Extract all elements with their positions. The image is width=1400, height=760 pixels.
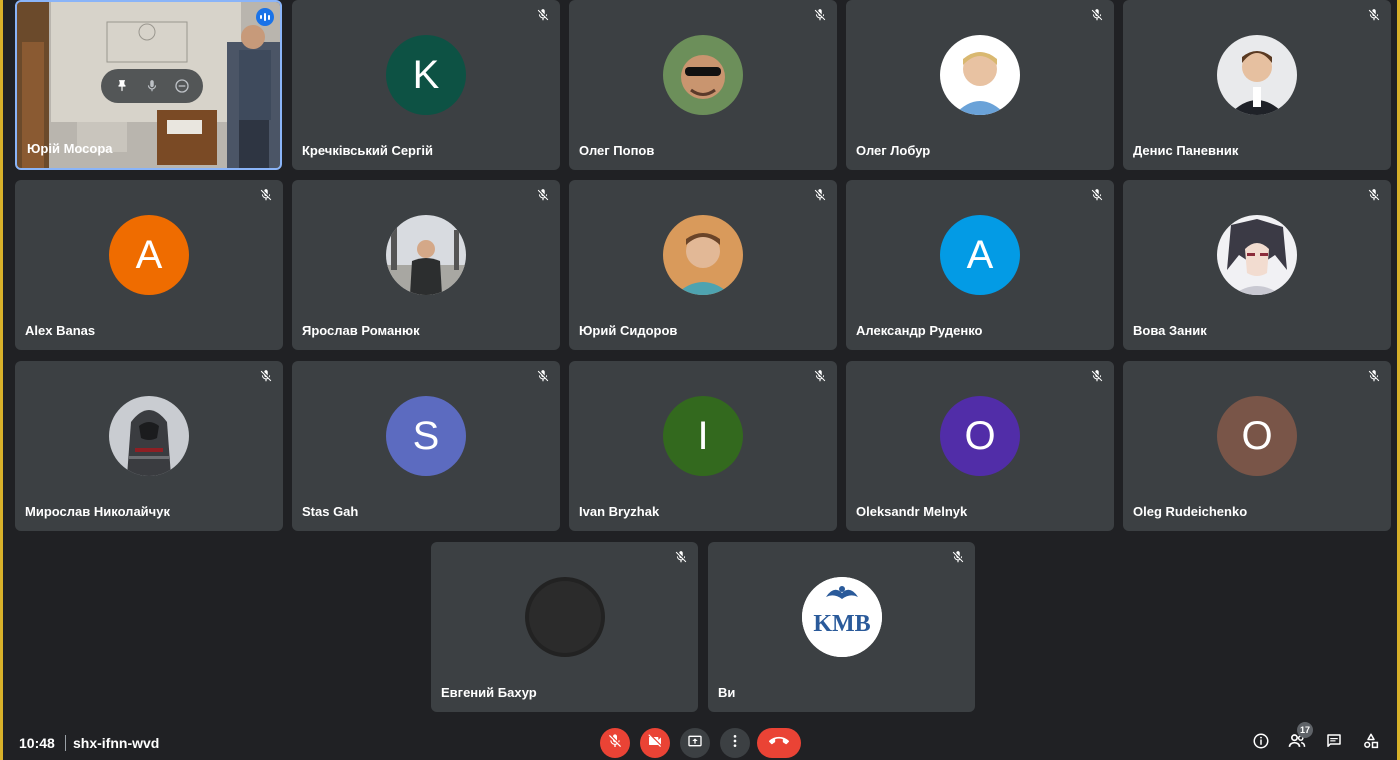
camera-off-icon: [647, 733, 663, 754]
toggle-camera-button[interactable]: [640, 728, 670, 758]
participant-photo: [940, 35, 1020, 115]
participant-name: Олег Попов: [579, 143, 655, 158]
info-icon: [1252, 732, 1270, 755]
chat-button[interactable]: [1323, 732, 1345, 754]
participant-tile-video[interactable]: Юрій Мосора: [15, 0, 282, 170]
participant-name: Мирослав Николайчук: [25, 504, 170, 519]
remove-icon[interactable]: [171, 75, 193, 97]
mic-off-icon: [607, 733, 623, 754]
kmb-logo: KMB: [801, 577, 882, 657]
participant-name: Ярослав Романюк: [302, 323, 420, 338]
participant-photo: [524, 577, 605, 657]
participant-avatar: A: [940, 215, 1020, 295]
bottom-bar: 10:48 shx-ifnn-wvd 17: [3, 722, 1397, 760]
mic-off-icon: [813, 188, 827, 202]
participant-tile[interactable]: S Stas Gah: [292, 361, 560, 531]
participant-name: Ivan Bryzhak: [579, 504, 660, 519]
participant-name: Кречківський Сергій: [302, 143, 434, 158]
mic-off-icon: [536, 8, 550, 22]
mic-off-icon: [259, 369, 273, 383]
participant-count-badge: 17: [1297, 722, 1313, 738]
participant-tile[interactable]: Вова Заник: [1123, 180, 1391, 350]
participant-name: Юрий Сидоров: [579, 323, 678, 338]
mic-off-icon: [1367, 188, 1381, 202]
mic-off-icon: [813, 369, 827, 383]
chat-icon: [1325, 732, 1343, 755]
participant-avatar: I: [663, 396, 743, 476]
more-options-button[interactable]: [720, 728, 750, 758]
participant-name: Евгений Бахур: [441, 685, 537, 700]
speaking-indicator-icon: [256, 8, 274, 26]
participant-photo: [1217, 35, 1297, 115]
participant-avatar: O: [940, 396, 1020, 476]
divider: [65, 735, 66, 751]
participant-tile[interactable]: Олег Лобур: [846, 0, 1114, 170]
participant-avatar: O: [1217, 396, 1297, 476]
toggle-microphone-button[interactable]: [600, 728, 630, 758]
mic-icon[interactable]: [141, 75, 163, 97]
participant-name: Юрій Мосора: [27, 141, 113, 156]
mic-off-icon: [1367, 8, 1381, 22]
participant-photo: [663, 215, 743, 295]
tile-hover-controls: [101, 69, 203, 103]
mic-off-icon: [674, 550, 688, 564]
call-end-icon: [769, 731, 789, 756]
participant-tile[interactable]: O Oleg Rudeichenko: [1123, 361, 1391, 531]
participant-name: Alex Banas: [25, 323, 96, 338]
more-vert-icon: [727, 733, 743, 754]
meeting-details-button[interactable]: [1250, 732, 1272, 754]
participant-tile[interactable]: K Кречківський Сергій: [292, 0, 560, 170]
activities-icon: [1362, 732, 1380, 755]
participant-tile[interactable]: Ярослав Романюк: [292, 180, 560, 350]
participant-avatar: A: [109, 215, 189, 295]
participant-tile[interactable]: Евгений Бахур: [431, 542, 698, 712]
activities-button[interactable]: [1360, 732, 1382, 754]
participant-name: Stas Gah: [302, 504, 359, 519]
participant-name: Вова Заник: [1133, 323, 1207, 338]
mic-off-icon: [536, 369, 550, 383]
mic-off-icon: [1090, 8, 1104, 22]
participant-name: Александр Руденко: [856, 323, 983, 338]
participant-photo: [109, 396, 189, 476]
participant-tile[interactable]: Юрий Сидоров: [569, 180, 837, 350]
participant-tile-self[interactable]: KMB Ви: [708, 542, 975, 712]
participant-photo: [386, 215, 466, 295]
participant-photo: [663, 35, 743, 115]
participant-tile[interactable]: Мирослав Николайчук: [15, 361, 283, 531]
participant-name: Денис Паневник: [1133, 143, 1239, 158]
pin-icon[interactable]: [111, 75, 133, 97]
mic-off-icon: [1090, 188, 1104, 202]
present-screen-button[interactable]: [680, 728, 710, 758]
participant-name: Олег Лобур: [856, 143, 931, 158]
mic-off-icon: [951, 550, 965, 564]
meeting-code[interactable]: shx-ifnn-wvd: [73, 735, 159, 751]
present-screen-icon: [687, 733, 703, 754]
participant-name: Ви: [718, 685, 736, 700]
participant-avatar: S: [386, 396, 466, 476]
mic-off-icon: [813, 8, 827, 22]
participant-tile[interactable]: I Ivan Bryzhak: [569, 361, 837, 531]
svg-text:KMB: KMB: [813, 611, 870, 637]
mic-off-icon: [259, 188, 273, 202]
participant-tile[interactable]: Олег Попов: [569, 0, 837, 170]
mic-off-icon: [1090, 369, 1104, 383]
leave-call-button[interactable]: [757, 728, 801, 758]
participant-tile[interactable]: A Александр Руденко: [846, 180, 1114, 350]
mic-off-icon: [536, 188, 550, 202]
participant-photo: [1217, 215, 1297, 295]
participant-name: Oleksandr Melnyk: [856, 504, 968, 519]
participant-tile[interactable]: O Oleksandr Melnyk: [846, 361, 1114, 531]
participant-tile[interactable]: Денис Паневник: [1123, 0, 1391, 170]
participant-avatar: K: [386, 35, 466, 115]
mic-off-icon: [1367, 369, 1381, 383]
participant-name: Oleg Rudeichenko: [1133, 504, 1248, 519]
clock: 10:48: [19, 735, 55, 751]
participant-tile[interactable]: A Alex Banas: [15, 180, 283, 350]
